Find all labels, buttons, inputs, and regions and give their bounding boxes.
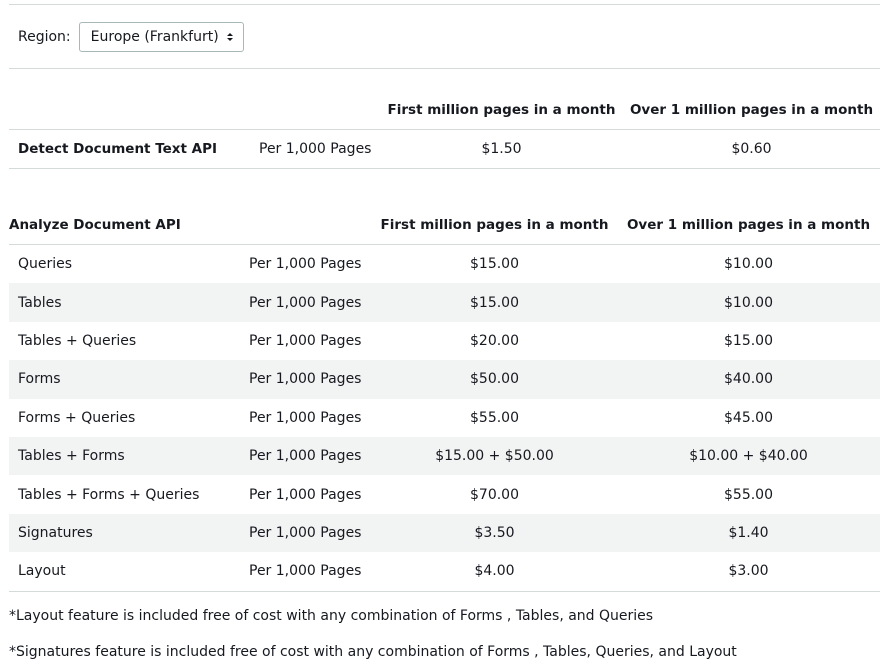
row-name: Tables + Forms + Queries (18, 486, 200, 503)
header-api-name: Analyze Document API (9, 217, 181, 233)
row-over-price: $40.00 (724, 371, 773, 388)
row-name: Layout (18, 563, 66, 580)
detect-text-table: First million pages in a month Over 1 mi… (9, 90, 880, 169)
row-first-price: $3.50 (474, 524, 515, 541)
header-over-million: Over 1 million pages in a month (626, 217, 871, 233)
row-name: Tables + Queries (18, 332, 137, 349)
region-divider (9, 68, 880, 69)
row-over-price: $0.60 (731, 141, 772, 157)
row-unit: Per 1,000 Pages (249, 409, 362, 426)
table-row: Tables + Forms Per 1,000 Pages $15.00 + $5… (9, 436, 880, 476)
row-name: Detect Document Text API (18, 141, 218, 157)
row-first-price: $1.50 (481, 141, 522, 157)
analyze-document-table: Analyze Document API First million pages… (9, 206, 880, 592)
row-unit: Per 1,000 Pages (249, 524, 362, 541)
row-over-price: $10.00 (724, 294, 773, 311)
layout-footnote: *Layout feature is included free of cost… (9, 608, 654, 624)
row-first-price: $15.00 + $50.00 (435, 448, 554, 465)
row-first-price: $4.00 (474, 563, 515, 580)
row-unit: Per 1,000 Pages (249, 332, 362, 349)
analyze-rows: Queries Per 1,000 Pages $15.00 $10.00 Tables… (9, 245, 880, 591)
header-first-million: First million pages in a month (387, 101, 616, 118)
table-header-row: First million pages in a month Over 1 mi… (9, 90, 880, 129)
row-unit: Per 1,000 Pages (249, 256, 362, 273)
table-row: Detect Document Text API Per 1,000 Pages… (9, 130, 880, 168)
row-name: Queries (18, 256, 73, 273)
region-selector-row: Region: Europe (Frankfurt) (18, 21, 244, 53)
header-over-million: Over 1 million pages in a month (629, 101, 874, 118)
table-row: Tables Per 1,000 Pages $15.00 $10.00 (9, 283, 880, 322)
row-first-price: $70.00 (470, 486, 519, 503)
header-first-million: First million pages in a month (380, 217, 609, 233)
row-divider (9, 168, 880, 169)
row-over-price: $10.00 (724, 256, 773, 273)
row-over-price: $1.40 (728, 524, 769, 541)
table-row: Tables + Queries Per 1,000 Pages $20.00 $15… (9, 322, 880, 360)
row-name: Tables (18, 294, 62, 311)
row-name: Tables + Forms (18, 448, 125, 465)
row-over-price: $3.00 (728, 563, 769, 580)
row-name: Forms + Queries (18, 409, 136, 426)
row-first-price: $55.00 (470, 409, 519, 426)
top-divider (9, 4, 880, 5)
row-name: Signatures (18, 524, 93, 541)
table-row: Queries Per 1,000 Pages $15.00 $10.00 (9, 245, 880, 283)
select-arrows-icon (226, 33, 233, 41)
row-name: Forms (18, 371, 61, 388)
row-first-price: $50.00 (470, 371, 519, 388)
row-unit: Per 1,000 Pages (249, 486, 362, 503)
table-header-row: Analyze Document API First million pages… (9, 206, 880, 244)
row-first-price: $15.00 (470, 294, 519, 311)
table-row: Tables + Forms + Queries Per 1,000 Pages $… (9, 475, 880, 513)
table-row: Signatures Per 1,000 Pages $3.50 $1.40 (9, 513, 880, 553)
row-over-price: $10.00 + $40.00 (689, 448, 808, 465)
row-divider (9, 590, 880, 592)
row-unit: Per 1,000 Pages (249, 563, 362, 580)
row-unit: Per 1,000 Pages (249, 448, 362, 465)
row-over-price: $45.00 (724, 409, 773, 426)
row-first-price: $20.00 (470, 332, 519, 349)
region-select[interactable]: Europe (Frankfurt) (78, 22, 244, 52)
region-label: Region: (18, 29, 71, 45)
row-over-price: $55.00 (724, 486, 773, 503)
row-unit: Per 1,000 Pages (249, 294, 362, 311)
row-unit: Per 1,000 Pages (249, 371, 362, 388)
signatures-footnote: *Signatures feature is included free of … (9, 644, 737, 660)
row-unit: Per 1,000 Pages (259, 141, 372, 157)
table-row: Layout Per 1,000 Pages $4.00 $3.00 (9, 552, 880, 590)
table-row: Forms + Queries Per 1,000 Pages $55.00 $45.… (9, 399, 880, 437)
row-first-price: $15.00 (470, 256, 519, 273)
table-row: Forms Per 1,000 Pages $50.00 $40.00 (9, 360, 880, 399)
row-over-price: $15.00 (724, 332, 773, 349)
region-select-value: Europe (Frankfurt) (90, 29, 219, 45)
